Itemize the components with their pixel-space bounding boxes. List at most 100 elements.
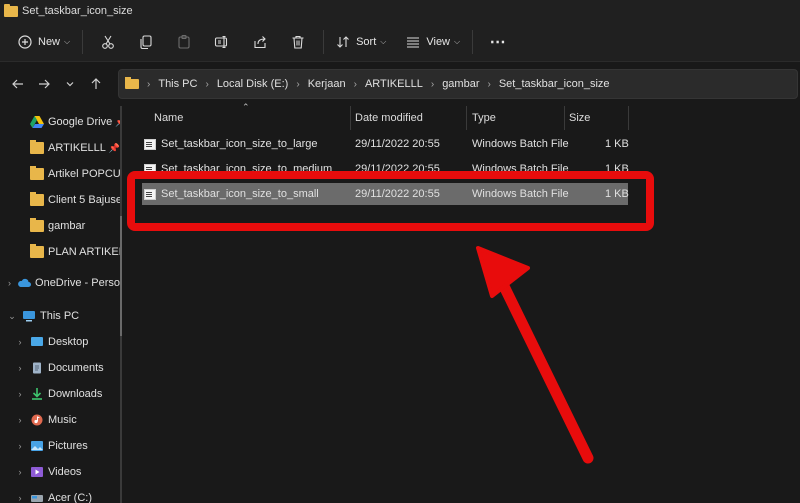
file-row[interactable]: Set_taskbar_icon_size_to_large 29/11/202… [142,133,629,155]
column-divider[interactable] [350,106,351,130]
address-bar[interactable]: › This PC › Local Disk (E:) › Kerjaan › … [118,69,798,99]
plus-circle-icon [18,34,32,49]
breadcrumb-kerjaan[interactable]: Kerjaan [308,78,346,90]
rename-button[interactable] [203,27,241,57]
back-button[interactable] [6,72,30,96]
trash-icon [292,35,304,49]
videos-icon [31,467,43,477]
column-header-name[interactable]: Name [154,106,183,130]
chevron-right-icon: › [430,78,435,90]
share-icon [254,35,266,48]
copy-button[interactable] [127,27,165,57]
chevron-right-icon[interactable]: › [14,441,26,451]
annotation-highlight-box [127,171,654,231]
sidebar-item-client-5[interactable]: Client 5 Bajusel [0,188,120,212]
chevron-right-icon[interactable]: › [6,278,13,288]
drive-icon [31,495,43,502]
sort-icon [337,35,349,48]
new-button[interactable]: New ⌵ [12,27,76,57]
folder-icon [30,166,44,180]
column-divider[interactable] [466,106,467,130]
clipboard-icon [178,34,190,49]
column-header-size[interactable]: Size [569,106,590,130]
batch-file-icon [144,138,156,150]
arrow-right-icon [39,79,50,89]
up-button[interactable] [84,72,108,96]
more-options-button[interactable]: ⋯ [479,27,517,57]
scissors-icon [102,35,114,49]
pictures-icon [31,441,43,451]
chevron-right-icon[interactable]: › [14,363,26,373]
breadcrumb-artikelll[interactable]: ARTIKELLL [365,78,423,90]
file-type: Windows Batch File [472,138,569,150]
file-list: ⌃ Name Date modified Type Size Set_taskb… [124,102,800,503]
google-drive-icon [30,116,44,128]
documents-icon [33,362,41,374]
chevron-down-icon[interactable]: ⌄ [6,311,18,322]
pc-icon [23,311,35,322]
navigation-pane: Google Drive 📌 ARTIKELLL 📌 Artikel POPCU… [0,106,120,503]
folder-icon [125,77,139,89]
delete-button[interactable] [279,27,317,57]
sidebar-item-label: Client 5 Bajusel [48,194,120,206]
column-header-type[interactable]: Type [472,106,496,130]
new-label: New [38,35,61,48]
sidebar-item-google-drive[interactable]: Google Drive 📌 [0,110,120,134]
sidebar-item-downloads[interactable]: › Downloads [0,382,120,406]
column-divider[interactable] [628,106,629,130]
sidebar-item-artikelll[interactable]: ARTIKELLL 📌 [0,136,120,160]
annotation-arrow-icon [476,246,594,464]
arrow-left-icon [12,79,23,89]
breadcrumb-this-pc[interactable]: This PC [158,78,197,90]
chevron-right-icon[interactable]: › [14,389,26,399]
sidebar-item-music[interactable]: › Music [0,408,120,432]
sidebar-item-pictures[interactable]: › Pictures [0,434,120,458]
sidebar-item-plan-artikel[interactable]: PLAN ARTIKEL I [0,240,120,264]
pin-icon: 📌 [108,142,120,153]
sidebar-item-label: Documents [48,362,104,374]
sidebar-item-acer-c[interactable]: › Acer (C:) [0,486,120,503]
column-header-date-modified[interactable]: Date modified [355,106,423,130]
sidebar-item-label: Downloads [48,388,103,400]
sidebar-item-documents[interactable]: › Documents [0,356,120,380]
sidebar-item-label: Pictures [48,440,88,452]
sidebar-item-onedrive[interactable]: › OneDrive - Perso [0,271,120,295]
chevron-right-icon: › [296,78,300,90]
share-button[interactable] [241,27,279,57]
recent-locations-button[interactable] [58,72,82,96]
chevron-down-icon: ⌵ [454,36,461,46]
sidebar-scrollbar[interactable] [120,106,122,503]
arrow-up-icon [91,78,101,89]
toolbar-divider [82,29,84,54]
sort-ascending-icon: ⌃ [242,102,250,112]
sidebar-item-videos[interactable]: › Videos [0,460,120,484]
chevron-right-icon: › [353,78,357,90]
sidebar-item-label: Google Drive [48,116,113,128]
forward-button[interactable] [32,72,56,96]
chevron-right-icon: › [487,78,491,90]
scrollbar-thumb[interactable] [120,216,122,336]
cloud-icon [18,278,32,287]
breadcrumb-local-disk[interactable]: Local Disk (E:) [217,78,289,90]
breadcrumb-gambar[interactable]: gambar [442,78,479,90]
sidebar-item-gambar[interactable]: gambar [0,214,120,238]
chevron-right-icon[interactable]: › [14,415,26,425]
folder-icon [30,192,44,206]
sidebar-item-artikel-popcul[interactable]: Artikel POPCUL [0,162,120,186]
breadcrumb-current-folder[interactable]: Set_taskbar_icon_size [499,78,610,90]
chevron-right-icon[interactable]: › [14,467,26,477]
paste-button[interactable] [165,27,203,57]
view-button[interactable]: View ⌵ [400,27,466,57]
chevron-right-icon[interactable]: › [14,493,26,503]
file-name: Set_taskbar_icon_size_to_large [161,138,318,150]
chevron-right-icon[interactable]: › [14,337,26,347]
title-bar: Set_taskbar_icon_size [0,0,800,22]
column-divider[interactable] [564,106,565,130]
sidebar-item-label: gambar [48,220,86,232]
sidebar-item-label: Artikel POPCUL [48,168,120,180]
cut-button[interactable] [89,27,127,57]
folder-icon [30,140,44,154]
sidebar-item-this-pc[interactable]: ⌄ This PC [0,304,120,328]
sort-button[interactable]: Sort ⌵ [330,27,392,57]
sidebar-item-desktop[interactable]: › Desktop [0,330,120,354]
